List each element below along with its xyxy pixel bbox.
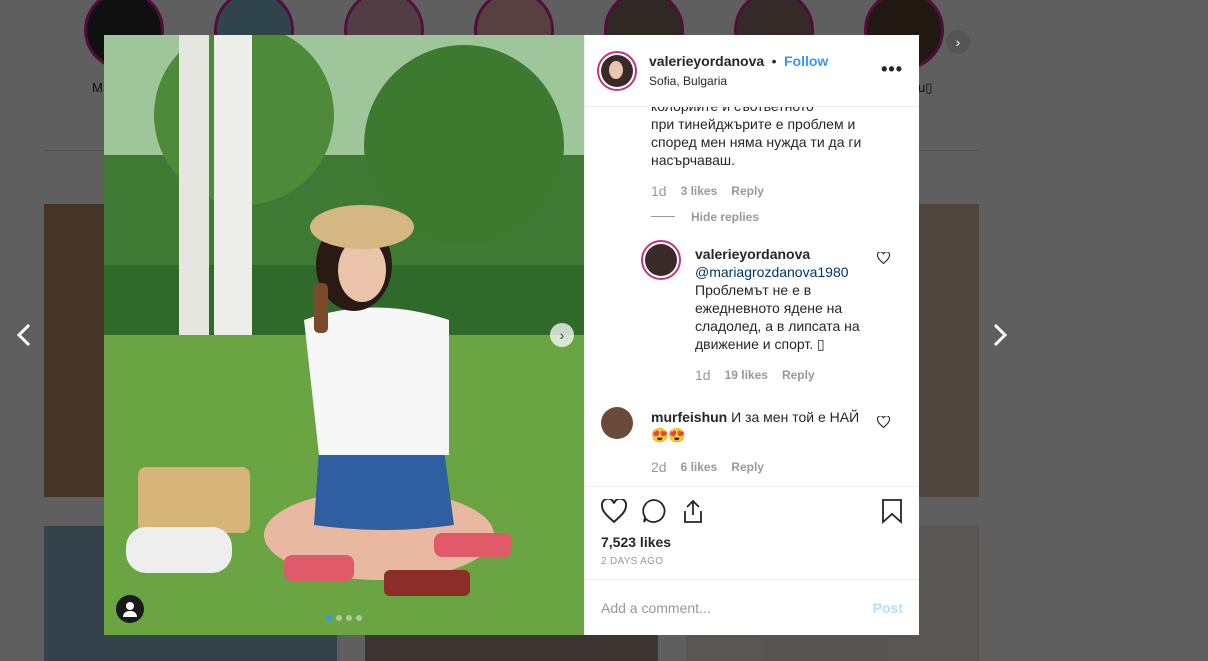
comment-text: колориите и съответното при тинейджърите… (651, 107, 881, 169)
post-header: valerieyordanova • Follow Sofia, Bulgari… (585, 35, 919, 107)
reply-button[interactable]: Reply (731, 460, 764, 474)
reply-meta: 1d 19 likes Reply (695, 367, 815, 383)
carousel-dot (346, 615, 352, 621)
share-icon[interactable] (681, 498, 705, 524)
post-actions (585, 486, 919, 534)
comment-bubble-icon[interactable] (641, 498, 667, 524)
author-avatar[interactable] (597, 50, 637, 91)
post-sidebar: valerieyordanova • Follow Sofia, Bulgari… (584, 35, 919, 635)
reply-button[interactable]: Reply (782, 368, 815, 382)
divider (651, 216, 675, 218)
post-location[interactable]: Sofia, Bulgaria (649, 74, 828, 88)
comment-partial-line: колориите и съответното (651, 107, 881, 115)
bookmark-icon[interactable] (881, 498, 903, 524)
comment-likes[interactable]: 6 likes (681, 460, 718, 474)
carousel-indicator (104, 615, 584, 621)
reply-author-avatar[interactable] (641, 240, 681, 280)
like-comment-icon[interactable] (876, 251, 891, 267)
commenter-username[interactable]: murfeishun (651, 409, 727, 425)
post-timestamp[interactable]: 2 DAYS AGO (585, 550, 919, 579)
comment-input[interactable] (601, 599, 873, 616)
post-comment-button[interactable]: Post (873, 600, 903, 616)
carousel-dot (326, 615, 332, 621)
like-comment-icon[interactable] (876, 415, 891, 431)
reply-button[interactable]: Reply (731, 184, 764, 198)
comment: murfeishun И за мен той е НАЙ 😍😍 (651, 408, 871, 444)
comment-time[interactable]: 1d (651, 183, 667, 199)
previous-post-arrow[interactable] (8, 318, 42, 352)
carousel-dot (336, 615, 342, 621)
comment-time[interactable]: 2d (651, 459, 667, 475)
likes-count[interactable]: 7,523 likes (585, 534, 919, 550)
chevron-left-icon (16, 323, 31, 347)
comment-meta: 2d 6 likes Reply (651, 459, 764, 475)
comment-meta: 1d 3 likes Reply (651, 183, 764, 199)
more-options-icon[interactable]: ••• (881, 59, 903, 80)
reply-comment: valerieyordanova @mariagrozdanova1980 Пр… (695, 245, 870, 353)
hide-replies-label[interactable]: Hide replies (691, 210, 759, 224)
author-username[interactable]: valerieyordanova (649, 53, 764, 69)
commenter-avatar[interactable] (601, 407, 633, 439)
chevron-right-icon (993, 323, 1008, 347)
next-post-arrow[interactable] (982, 318, 1016, 352)
carousel-dot (356, 615, 362, 621)
post-photo[interactable]: › (104, 35, 584, 635)
reply-username[interactable]: valerieyordanova (695, 245, 870, 263)
comment-body: при тинейджърите е проблем и според мен … (651, 116, 862, 168)
post-modal: › valerieyordanova • Follow Sofia, Bulga… (104, 35, 919, 635)
comment-time[interactable]: 1d (695, 367, 711, 383)
photo-illustration (104, 35, 584, 635)
separator-dot: • (771, 53, 777, 69)
add-comment-bar: Post (585, 579, 919, 635)
carousel-next-icon[interactable]: › (550, 323, 574, 347)
hide-replies-toggle[interactable]: Hide replies (651, 208, 759, 226)
comment-likes[interactable]: 19 likes (725, 368, 768, 382)
follow-button[interactable]: Follow (784, 53, 828, 69)
reply-mention[interactable]: @mariagrozdanova1980 (695, 263, 870, 281)
stories-next-icon[interactable]: › (946, 30, 970, 54)
like-heart-icon[interactable] (601, 498, 627, 523)
comments-list[interactable]: колориите и съответното при тинейджърите… (585, 107, 919, 486)
comment-likes[interactable]: 3 likes (681, 184, 718, 198)
reply-text: Проблемът не е в ежедневното ядене на сл… (695, 282, 860, 352)
